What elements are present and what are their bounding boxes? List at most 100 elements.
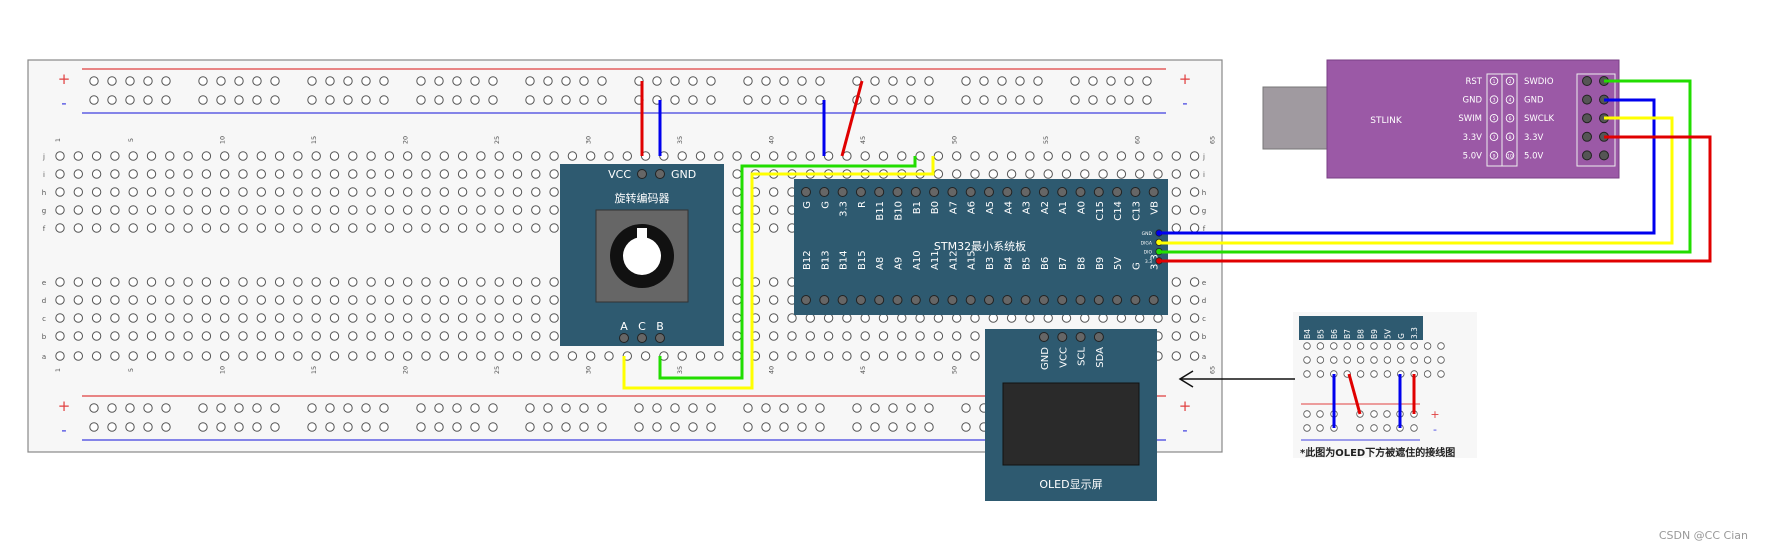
terminal-hole bbox=[1171, 187, 1182, 197]
stm32-bottom-pin bbox=[947, 295, 958, 305]
terminal-hole bbox=[769, 151, 779, 161]
terminal-hole bbox=[238, 169, 248, 179]
stlink-right-number: 2 bbox=[1509, 79, 1512, 85]
terminal-hole bbox=[201, 223, 212, 233]
terminal-hole bbox=[366, 223, 376, 233]
terminal-hole bbox=[494, 313, 504, 323]
stlink-right-number: 8 bbox=[1509, 135, 1512, 141]
terminal-hole bbox=[311, 295, 321, 305]
rail-hole bbox=[561, 95, 571, 105]
terminal-hole bbox=[769, 223, 779, 233]
terminal-hole bbox=[512, 277, 523, 287]
terminal-hole bbox=[549, 351, 559, 361]
rail-hole bbox=[270, 95, 280, 105]
terminal-hole bbox=[403, 313, 413, 323]
terminal-hole bbox=[1189, 169, 1200, 179]
terminal-hole bbox=[512, 205, 523, 215]
terminal-hole bbox=[274, 169, 285, 179]
terminal-hole bbox=[91, 151, 102, 161]
rail-hole bbox=[597, 403, 607, 413]
terminal-hole bbox=[366, 313, 376, 323]
rail-hole bbox=[961, 403, 971, 413]
terminal-hole bbox=[165, 331, 175, 341]
stm32-bottom-pin-label: B15 bbox=[857, 250, 868, 270]
stm32-top-pin-label: B10 bbox=[894, 201, 905, 221]
rail-hole bbox=[252, 95, 262, 105]
rail-minus-bl: - bbox=[61, 421, 66, 439]
terminal-hole bbox=[732, 351, 742, 361]
terminal-hole bbox=[311, 223, 321, 233]
terminal-hole bbox=[860, 313, 870, 323]
rail-hole bbox=[434, 95, 444, 105]
terminal-hole bbox=[732, 169, 742, 179]
stlink-left-label: SWIM bbox=[1458, 114, 1482, 124]
rail-hole bbox=[325, 422, 335, 432]
terminal-hole bbox=[256, 169, 266, 179]
terminal-hole bbox=[1006, 313, 1017, 323]
rail-hole bbox=[470, 403, 480, 413]
stm32-bottom-pin bbox=[892, 295, 903, 305]
terminal-hole bbox=[1189, 223, 1200, 233]
terminal-hole bbox=[366, 169, 376, 179]
inset-rail-hole bbox=[1316, 424, 1324, 432]
rail-hole bbox=[924, 76, 934, 86]
rail-hole bbox=[743, 403, 753, 413]
inset-hole bbox=[1356, 356, 1365, 364]
column-number: 45 bbox=[859, 136, 867, 144]
terminal-hole bbox=[384, 151, 395, 161]
terminal-hole bbox=[1080, 169, 1090, 179]
terminal-hole bbox=[55, 169, 65, 179]
terminal-hole bbox=[238, 331, 248, 341]
terminal-hole bbox=[366, 331, 376, 341]
column-number: 35 bbox=[676, 366, 684, 374]
terminal-hole bbox=[293, 223, 303, 233]
rail-hole bbox=[706, 403, 716, 413]
terminal-hole bbox=[73, 351, 84, 361]
stm32-bottom-pin bbox=[819, 295, 830, 305]
terminal-hole bbox=[146, 169, 157, 179]
oled-pin bbox=[1093, 332, 1104, 342]
stm32-top-pin-label: B11 bbox=[875, 201, 886, 221]
terminal-hole bbox=[714, 351, 724, 361]
terminal-hole bbox=[384, 169, 395, 179]
stm32-bottom-pin-label: A11 bbox=[930, 250, 941, 270]
terminal-hole bbox=[1153, 151, 1163, 161]
rail-hole bbox=[379, 95, 389, 105]
terminal-hole bbox=[549, 313, 559, 323]
stm32-swd-label: DIO bbox=[1144, 250, 1153, 256]
inset-hole bbox=[1330, 356, 1338, 364]
stm32-top-pin-label: G bbox=[820, 201, 831, 209]
terminal-hole bbox=[128, 295, 138, 305]
rail-hole bbox=[997, 95, 1007, 105]
stm32-bottom-pin bbox=[1093, 295, 1104, 305]
stm32-top-pin-label: C13 bbox=[1131, 201, 1142, 221]
stlink-usb-plug bbox=[1262, 86, 1329, 150]
terminal-hole bbox=[1189, 187, 1200, 197]
terminal-hole bbox=[128, 313, 138, 323]
terminal-hole bbox=[165, 223, 175, 233]
rail-hole bbox=[216, 403, 226, 413]
inset-rail-hole bbox=[1370, 424, 1378, 432]
encoder-vcc-label: VCC bbox=[608, 168, 631, 181]
inset-hole bbox=[1316, 370, 1325, 378]
terminal-hole bbox=[201, 277, 212, 287]
terminal-hole bbox=[348, 223, 358, 233]
terminal-hole bbox=[439, 331, 449, 341]
rail-hole bbox=[579, 422, 589, 432]
rail-hole bbox=[706, 422, 716, 432]
rail-hole bbox=[906, 422, 916, 432]
column-number: 50 bbox=[951, 366, 959, 374]
terminal-hole bbox=[110, 151, 120, 161]
rail-hole bbox=[470, 422, 480, 432]
terminal-hole bbox=[1189, 277, 1200, 287]
terminal-hole bbox=[91, 295, 102, 305]
terminal-hole bbox=[549, 295, 559, 305]
rail-hole bbox=[1033, 95, 1043, 105]
rail-hole bbox=[434, 422, 444, 432]
terminal-hole bbox=[732, 313, 742, 323]
rail-hole bbox=[361, 76, 371, 86]
terminal-hole bbox=[366, 205, 376, 215]
rail-hole bbox=[597, 95, 607, 105]
stm32-top-pin-label: A2 bbox=[1040, 201, 1051, 214]
terminal-hole bbox=[238, 295, 248, 305]
